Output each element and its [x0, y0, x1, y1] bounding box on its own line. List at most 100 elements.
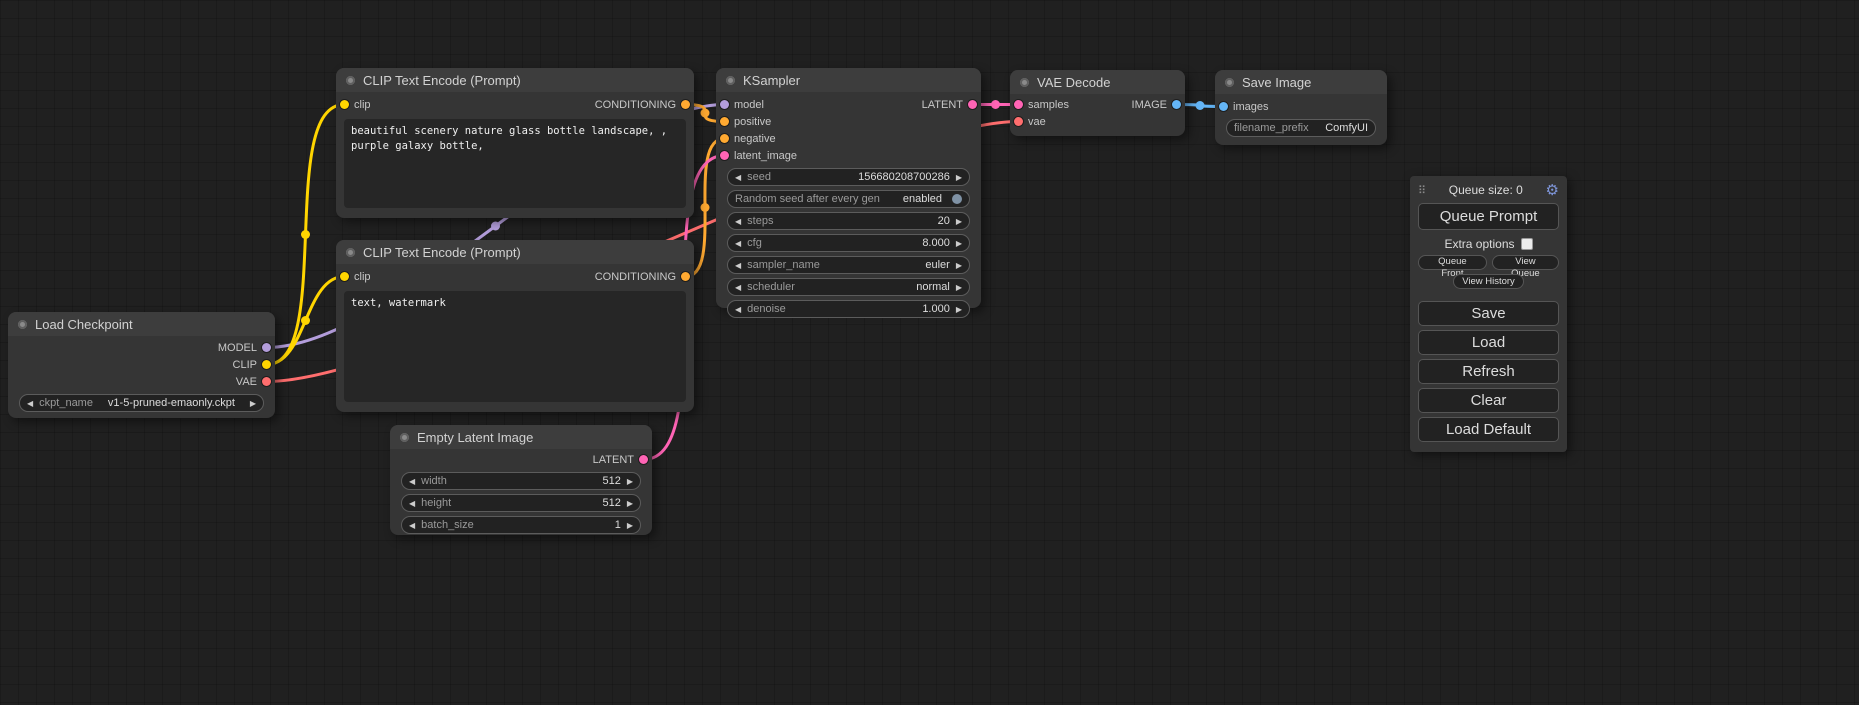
output-slot-label: LATENT — [922, 99, 963, 111]
collapse-dot[interactable] — [1225, 78, 1234, 87]
widget-value: 512 — [602, 497, 620, 509]
vae-input-port[interactable] — [1014, 117, 1023, 126]
latent-image-input-port[interactable] — [720, 151, 729, 160]
images-input-port[interactable] — [1219, 102, 1228, 111]
collapse-dot[interactable] — [346, 76, 355, 85]
increase-arrow-icon[interactable]: ▶ — [956, 305, 962, 314]
widget-label: height — [421, 497, 451, 509]
node-title-bar[interactable]: Empty Latent Image — [390, 425, 652, 449]
widget-label: ckpt_name — [39, 397, 93, 409]
queue-prompt-button[interactable]: Queue Prompt — [1418, 203, 1559, 230]
collapse-dot[interactable] — [1020, 78, 1029, 87]
latent-output-port[interactable] — [639, 455, 648, 464]
collapse-dot[interactable] — [726, 76, 735, 85]
node-clip-text-encode-negative[interactable]: CLIP Text Encode (Prompt) clip CONDITION… — [336, 240, 694, 412]
drag-handle-icon[interactable]: ⠿ — [1418, 184, 1426, 197]
filename-prefix-widget[interactable]: filename_prefix ComfyUI — [1226, 119, 1376, 137]
latent-output-port[interactable] — [968, 100, 977, 109]
increase-arrow-icon[interactable]: ▶ — [627, 521, 633, 530]
node-title-bar[interactable]: Load Checkpoint — [8, 312, 275, 336]
clip-input-port[interactable] — [340, 100, 349, 109]
view-history-button[interactable]: View History — [1453, 274, 1524, 289]
width-widget[interactable]: ◀ width 512 ▶ — [401, 472, 641, 490]
queue-front-button[interactable]: Queue Front — [1418, 255, 1487, 270]
increase-arrow-icon[interactable]: ▶ — [956, 261, 962, 270]
steps-widget[interactable]: ◀ steps 20 ▶ — [727, 212, 970, 230]
increase-arrow-icon[interactable]: ▶ — [956, 217, 962, 226]
height-widget[interactable]: ◀ height 512 ▶ — [401, 494, 641, 512]
node-graph-canvas[interactable]: Load Checkpoint MODEL CLIP VAE ◀ ckpt_na… — [0, 0, 1859, 705]
decrease-arrow-icon[interactable]: ◀ — [735, 305, 741, 314]
clear-button[interactable]: Clear — [1418, 388, 1559, 413]
denoise-widget[interactable]: ◀ denoise 1.000 ▶ — [727, 300, 970, 318]
load-button[interactable]: Load — [1418, 330, 1559, 355]
node-title-bar[interactable]: CLIP Text Encode (Prompt) — [336, 68, 694, 92]
load-default-button[interactable]: Load Default — [1418, 417, 1559, 442]
collapse-dot[interactable] — [400, 433, 409, 442]
negative-input-port[interactable] — [720, 134, 729, 143]
positive-prompt-textarea[interactable]: beautiful scenery nature glass bottle la… — [344, 119, 686, 208]
refresh-button[interactable]: Refresh — [1418, 359, 1559, 384]
decrease-arrow-icon[interactable]: ◀ — [735, 217, 741, 226]
node-vae-decode[interactable]: VAE Decode samples IMAGE vae — [1010, 70, 1185, 136]
extra-options-checkbox[interactable] — [1521, 238, 1533, 250]
increase-arrow-icon[interactable]: ▶ — [956, 283, 962, 292]
toggle-knob[interactable] — [952, 194, 962, 204]
node-load-checkpoint[interactable]: Load Checkpoint MODEL CLIP VAE ◀ ckpt_na… — [8, 312, 275, 418]
node-empty-latent-image[interactable]: Empty Latent Image LATENT ◀ width 512 ▶ … — [390, 425, 652, 535]
decrease-arrow-icon[interactable]: ◀ — [735, 239, 741, 248]
view-queue-button[interactable]: View Queue — [1492, 255, 1559, 270]
decrease-arrow-icon[interactable]: ◀ — [27, 399, 33, 408]
widget-value: 20 — [938, 215, 950, 227]
decrease-arrow-icon[interactable]: ◀ — [735, 283, 741, 292]
samples-input-port[interactable] — [1014, 100, 1023, 109]
widget-value: 1 — [615, 519, 621, 531]
extra-options-label: Extra options — [1444, 237, 1514, 251]
collapse-dot[interactable] — [346, 248, 355, 257]
model-output-port[interactable] — [262, 343, 271, 352]
decrease-arrow-icon[interactable]: ◀ — [735, 173, 741, 182]
model-input-port[interactable] — [720, 100, 729, 109]
decrease-arrow-icon[interactable]: ◀ — [409, 499, 415, 508]
input-slot-label: clip — [354, 271, 371, 283]
wire-midpoint-dot — [491, 222, 500, 231]
positive-input-port[interactable] — [720, 117, 729, 126]
widget-label: denoise — [747, 303, 786, 315]
cfg-widget[interactable]: ◀ cfg 8.000 ▶ — [727, 234, 970, 252]
node-title-bar[interactable]: KSampler — [716, 68, 981, 92]
collapse-dot[interactable] — [18, 320, 27, 329]
increase-arrow-icon[interactable]: ▶ — [627, 477, 633, 486]
increase-arrow-icon[interactable]: ▶ — [627, 499, 633, 508]
increase-arrow-icon[interactable]: ▶ — [250, 399, 256, 408]
node-title-bar[interactable]: Save Image — [1215, 70, 1387, 94]
output-slot-label: CONDITIONING — [595, 271, 676, 283]
batch-size-widget[interactable]: ◀ batch_size 1 ▶ — [401, 516, 641, 534]
seed-widget[interactable]: ◀ seed 156680208700286 ▶ — [727, 168, 970, 186]
random-seed-toggle[interactable]: Random seed after every gen enabled — [727, 190, 970, 208]
node-clip-text-encode-positive[interactable]: CLIP Text Encode (Prompt) clip CONDITION… — [336, 68, 694, 218]
node-ksampler[interactable]: KSampler model LATENT positive negative — [716, 68, 981, 308]
conditioning-output-port[interactable] — [681, 272, 690, 281]
increase-arrow-icon[interactable]: ▶ — [956, 173, 962, 182]
ckpt-name-widget[interactable]: ◀ ckpt_name v1-5-pruned-emaonly.ckpt ▶ — [19, 394, 264, 412]
negative-prompt-textarea[interactable]: text, watermark — [344, 291, 686, 402]
wire-clip — [267, 277, 345, 365]
node-save-image[interactable]: Save Image images filename_prefix ComfyU… — [1215, 70, 1387, 145]
scheduler-widget[interactable]: ◀ scheduler normal ▶ — [727, 278, 970, 296]
decrease-arrow-icon[interactable]: ◀ — [409, 521, 415, 530]
decrease-arrow-icon[interactable]: ◀ — [735, 261, 741, 270]
clip-output-port[interactable] — [262, 360, 271, 369]
widget-label: filename_prefix — [1234, 122, 1309, 134]
increase-arrow-icon[interactable]: ▶ — [956, 239, 962, 248]
save-button[interactable]: Save — [1418, 301, 1559, 326]
clip-input-port[interactable] — [340, 272, 349, 281]
image-output-port[interactable] — [1172, 100, 1181, 109]
decrease-arrow-icon[interactable]: ◀ — [409, 477, 415, 486]
node-title-bar[interactable]: CLIP Text Encode (Prompt) — [336, 240, 694, 264]
widget-label: cfg — [747, 237, 762, 249]
node-title-bar[interactable]: VAE Decode — [1010, 70, 1185, 94]
conditioning-output-port[interactable] — [681, 100, 690, 109]
settings-gear-icon[interactable]: ⚙ — [1546, 181, 1559, 199]
vae-output-port[interactable] — [262, 377, 271, 386]
sampler-name-widget[interactable]: ◀ sampler_name euler ▶ — [727, 256, 970, 274]
